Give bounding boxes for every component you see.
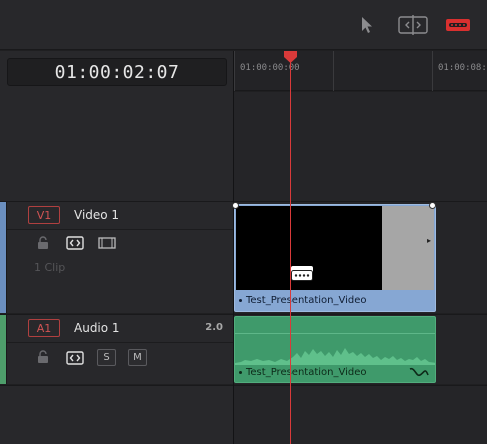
ruler-tick [333, 51, 334, 91]
clip-marker-icon [239, 298, 242, 302]
timecode-display[interactable]: 01:00:02:07 [7, 58, 227, 86]
track-id-badge[interactable]: V1 [28, 206, 60, 224]
track-name[interactable]: Video 1 [74, 208, 119, 222]
trim-handle[interactable] [232, 202, 239, 209]
clip-count: 1 Clip [34, 261, 66, 274]
toolbar [0, 0, 487, 50]
clip-name-text: Test_Presentation_Video [246, 295, 367, 306]
playhead-line[interactable] [290, 56, 291, 444]
auto-select-icon[interactable] [66, 236, 84, 250]
blade-icon[interactable] [444, 12, 472, 38]
pointer-icon[interactable] [356, 12, 378, 38]
ruler-label: 01:00:08:0 [438, 63, 487, 73]
lock-icon[interactable] [36, 236, 50, 250]
ruler-tick [234, 51, 235, 91]
timeline-ruler[interactable]: 01:00:00:00 01:00:08:0 [234, 51, 487, 91]
ruler-tick [432, 51, 433, 91]
monitor-icon[interactable] [98, 237, 116, 249]
fade-curve-icon[interactable] [409, 365, 429, 379]
trim-handle[interactable] [429, 202, 436, 209]
track-name[interactable]: Audio 1 [74, 321, 120, 335]
track-color-bar [0, 202, 7, 313]
clip-thumbnail: ▸ [382, 206, 434, 290]
clip-name: Test_Presentation_Video [239, 367, 367, 378]
clip-marker-icon [239, 370, 242, 374]
lock-icon[interactable] [36, 350, 50, 364]
track-color-bar [0, 315, 7, 384]
empty-track-area [234, 92, 487, 201]
trim-icon[interactable] [396, 12, 430, 38]
blade-cursor-icon [291, 266, 313, 281]
empty-track-area [234, 385, 487, 444]
clip-name: Test_Presentation_Video [239, 295, 367, 306]
track-divider [7, 229, 233, 230]
track-divider [7, 342, 233, 343]
volume-line[interactable] [235, 333, 435, 334]
auto-select-icon[interactable] [66, 351, 84, 365]
audio-clip[interactable]: Test_Presentation_Video [234, 316, 436, 383]
thumbnail-mark: ▸ [426, 236, 431, 245]
audio-waveform [235, 348, 435, 365]
solo-button[interactable]: S [97, 349, 116, 366]
empty-track-header-area [0, 385, 233, 444]
mute-button[interactable]: M [128, 349, 147, 366]
video-track-header[interactable]: V1 Video 1 1 Clip [0, 201, 233, 313]
playhead-handle[interactable] [283, 50, 298, 64]
channel-format: 2.0 [205, 322, 223, 333]
video-clip[interactable]: ▸ Test_Presentation_Video [234, 204, 436, 312]
clip-name-text: Test_Presentation_Video [246, 367, 367, 378]
track-id-badge[interactable]: A1 [28, 319, 60, 337]
audio-track-header[interactable]: A1 Audio 1 2.0 S M [0, 314, 233, 384]
timecode-panel: 01:00:02:07 [0, 51, 233, 201]
